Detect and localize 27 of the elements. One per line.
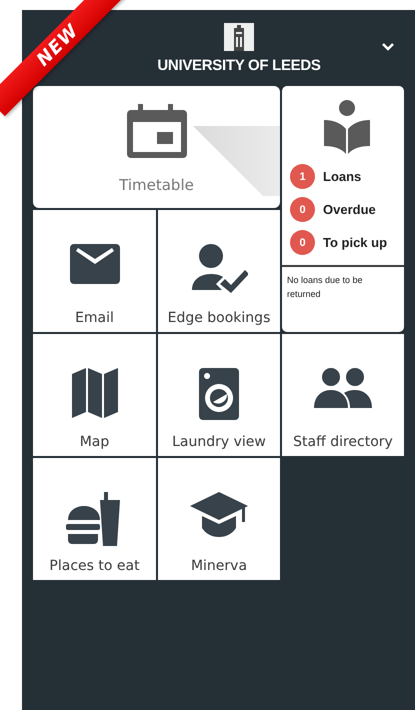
person-check-icon	[190, 244, 248, 294]
count-badge: 0	[290, 230, 315, 255]
university-title: UNIVERSITY OF LEEDS	[157, 57, 321, 74]
counter-label: Loans	[323, 169, 362, 184]
count-badge: 1	[290, 164, 315, 189]
timetable-tile[interactable]: Timetable	[33, 86, 280, 208]
washing-machine-icon	[199, 368, 239, 420]
app-tile[interactable]: Minerva	[158, 458, 280, 580]
count-badge: 0	[290, 197, 315, 222]
counter-label: To pick up	[323, 235, 388, 250]
tower-logo-icon	[224, 23, 254, 51]
app-tile[interactable]: Edge bookings	[158, 210, 280, 332]
loans-note: No loans due to be returned	[286, 274, 364, 301]
mortarboard-icon	[190, 492, 248, 538]
chevron-down-icon[interactable]	[381, 42, 395, 52]
calendar-icon	[126, 104, 186, 160]
app-tile[interactable]: Map	[33, 334, 156, 456]
library-card[interactable]: 1 Loans 0 Overdue 0 To pick up No loans due to be returned	[282, 86, 404, 332]
app-tile[interactable]: Staff directory	[282, 334, 404, 456]
counter-label: Overdue	[323, 202, 376, 217]
map-icon	[72, 368, 118, 418]
app-tile[interactable]: Laundry view	[158, 334, 280, 456]
reading-person-icon	[324, 100, 370, 154]
app-tile[interactable]: Places to eat	[33, 458, 156, 580]
people-icon	[314, 368, 372, 408]
envelope-icon	[70, 244, 120, 284]
app-tile[interactable]: Email	[33, 210, 156, 332]
